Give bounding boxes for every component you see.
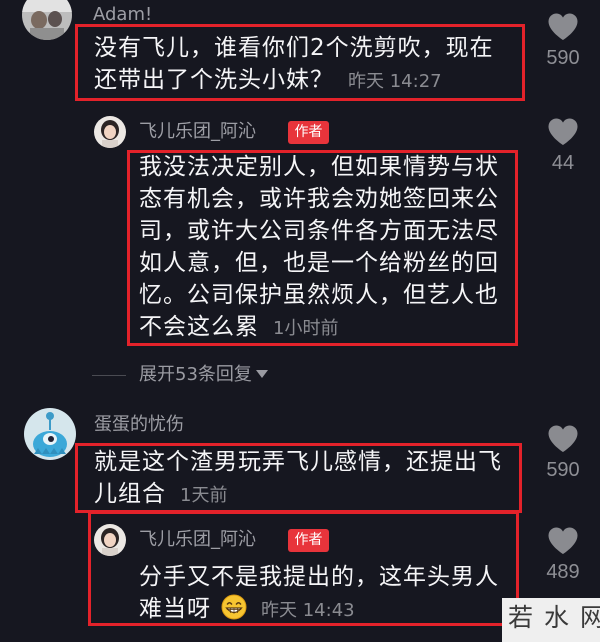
comment-text-line-last: 儿组合 1天前	[94, 478, 502, 510]
heart-icon[interactable]	[547, 117, 579, 146]
comment-username[interactable]: Adam!	[93, 4, 152, 26]
author-badge: 作者	[288, 529, 329, 552]
comment-text-line-last: 还带出了个洗头小妹？ 昨天 14:27	[94, 64, 494, 96]
comment-timestamp: 昨天 14:27	[348, 71, 442, 92]
reply-text: 难当呀	[139, 596, 211, 622]
reply-text-line: 忆。公司保护虽然烦人，但艺人也	[139, 282, 499, 308]
comment-body[interactable]: 就是这个渣男玩弄飞儿感情，还提出飞 儿组合 1天前	[94, 446, 502, 510]
avatar-author[interactable]	[94, 524, 126, 556]
site-watermark: 若水网	[502, 598, 600, 642]
reply-text-line: 分手又不是我提出的，这年头男人	[139, 564, 499, 590]
comment-text-line: 没有飞儿，谁看你们2个洗剪吹，现在	[94, 35, 494, 61]
reply-username[interactable]: 飞儿乐团_阿沁	[139, 121, 256, 143]
like-button[interactable]: 489	[533, 526, 593, 583]
comment-text-line: 就是这个渣男玩弄飞儿感情，还提出飞	[94, 449, 502, 475]
like-button[interactable]: 44	[533, 117, 593, 174]
avatar-dandan[interactable]	[24, 408, 76, 460]
like-count: 489	[546, 561, 580, 583]
reply-timestamp: 1小时前	[273, 318, 339, 339]
comment-text: 还带出了个洗头小妹？	[94, 67, 334, 93]
comment-username[interactable]: 蛋蛋的忧伤	[94, 414, 184, 436]
reply-body[interactable]: 分手又不是我提出的，这年头男人 难当呀 昨天 14:43	[139, 561, 499, 625]
like-count: 590	[546, 459, 580, 481]
heart-icon[interactable]	[547, 526, 579, 555]
comment-body[interactable]: 没有飞儿，谁看你们2个洗剪吹，现在 还带出了个洗头小妹？ 昨天 14:27	[94, 32, 494, 96]
reply-text-line: 司，或许大公司条件各方面无法尽	[139, 218, 499, 244]
avatar-author[interactable]	[94, 116, 126, 148]
comment-timestamp: 1天前	[180, 485, 228, 506]
comment-text: 儿组合	[94, 481, 166, 507]
like-button[interactable]: 590	[533, 12, 593, 69]
reply-text-line-last: 难当呀 昨天 14:43	[139, 593, 499, 625]
reply-text-line: 我没法决定别人，但如果情势与状	[139, 154, 499, 180]
like-button[interactable]: 590	[533, 424, 593, 481]
reply-username[interactable]: 飞儿乐团_阿沁	[139, 529, 256, 551]
reply-text: 不会这么累	[139, 314, 259, 340]
like-count: 590	[546, 47, 580, 69]
heart-icon[interactable]	[547, 12, 579, 41]
heart-icon[interactable]	[547, 424, 579, 453]
reply-timestamp: 昨天 14:43	[261, 600, 355, 621]
reply-text-line: 如人意，但，也是一个给粉丝的回	[139, 250, 499, 276]
grinning-face-emoji-icon	[221, 594, 247, 620]
reply-body[interactable]: 我没法决定别人，但如果情势与状 态有机会，或许我会劝她签回来公 司，或许大公司条…	[139, 151, 499, 343]
chevron-down-icon	[255, 370, 268, 378]
reply-text-line: 态有机会，或许我会劝她签回来公	[139, 186, 499, 212]
author-badge: 作者	[288, 121, 329, 144]
reply-text-line-last: 不会这么累 1小时前	[139, 311, 499, 343]
expand-replies-button[interactable]: 展开53条回复	[139, 364, 268, 386]
expand-divider	[92, 375, 126, 376]
watermark-text: 若水网	[508, 603, 600, 632]
expand-replies-label: 展开53条回复	[139, 364, 252, 385]
like-count: 44	[551, 152, 575, 174]
avatar-adam[interactable]	[22, 0, 72, 40]
